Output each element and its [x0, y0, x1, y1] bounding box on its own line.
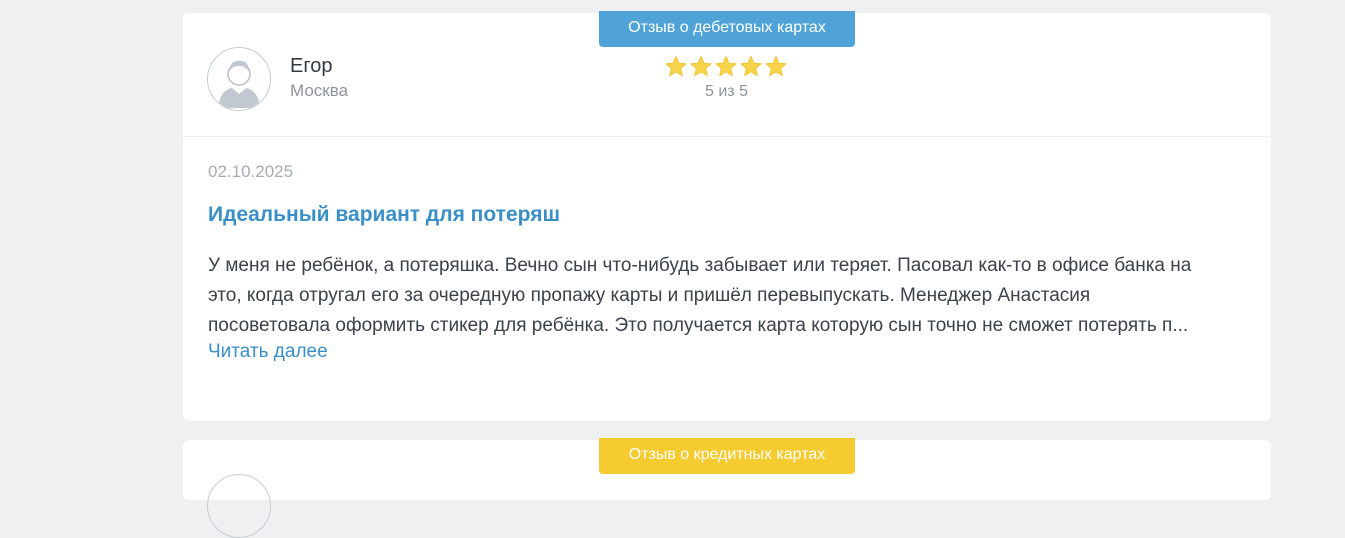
review-text-line: посоветовала оформить стикер для ребёнка…	[208, 315, 1189, 336]
review-text-line: У меня не ребёнок, а потеряшка. Вечно сы…	[208, 255, 1192, 276]
review-date: 02.10.2025	[208, 162, 294, 181]
read-more-link[interactable]: Читать далее	[208, 341, 328, 363]
star-icon	[689, 55, 713, 79]
review-card: Отзыв о кредитных картах	[183, 438, 1271, 538]
review-text-line: это, когда отругал его за очередную проп…	[208, 285, 1091, 306]
user-avatar-icon	[207, 47, 271, 111]
star-icon	[739, 55, 763, 79]
review-category-tag[interactable]: Отзыв о кредитных картах	[599, 438, 855, 474]
rating-stars	[664, 55, 788, 79]
author-city: Москва	[290, 81, 349, 100]
author-name: Егор	[290, 55, 333, 77]
rating-text: 5 из 5	[705, 83, 748, 100]
review-title[interactable]: Идеальный вариант для потеряш	[208, 203, 560, 227]
star-icon	[764, 55, 788, 79]
star-icon	[664, 55, 688, 79]
star-icon	[714, 55, 738, 79]
review-card: Отзыв о дебетовых картах Егор Москва 5 и…	[183, 11, 1271, 421]
review-header: Егор Москва 5 из 5	[183, 13, 1271, 137]
review-text: У меня не ребёнок, а потеряшка. Вечно сы…	[208, 251, 1258, 341]
user-avatar-icon	[207, 474, 271, 538]
